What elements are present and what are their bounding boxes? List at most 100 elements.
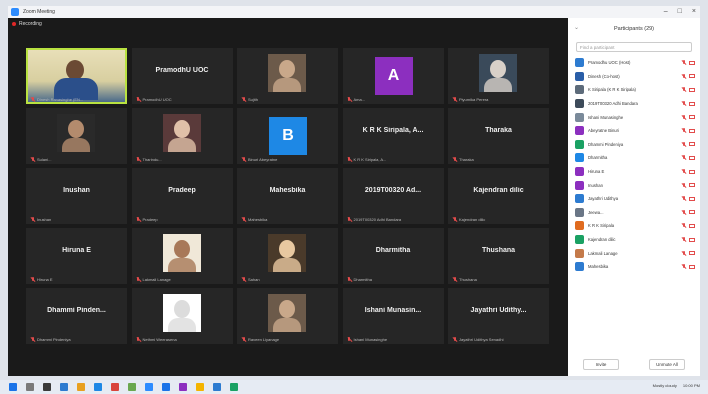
participant-display-name: Ishani Munasin... (364, 307, 422, 314)
tile-label-text: Piyumika Perera (459, 97, 489, 102)
tile-name-label: Mahesbika (241, 217, 267, 222)
participant-row[interactable]: Pramodhu UOC (Host) (568, 56, 700, 70)
participant-avatar (575, 71, 584, 81)
participant-name: Inushan (588, 182, 603, 188)
video-tile[interactable]: B Binuri Abeyratne (237, 108, 338, 164)
video-tile[interactable]: Pradeep Pradeep (131, 168, 233, 224)
video-tile[interactable]: Tharindu... (131, 108, 233, 164)
maximize-button[interactable]: □ (678, 8, 682, 16)
tile-label-text: Jayathri Udithya Senadhi (459, 337, 504, 342)
participant-avatar (575, 153, 584, 163)
video-tile[interactable]: Thushana Thushana (448, 228, 549, 284)
invite-button[interactable]: Invite (583, 359, 619, 370)
video-tile[interactable]: A Ama... (342, 48, 444, 104)
tile-label-text: PramodhU UOC (142, 97, 172, 102)
participant-row[interactable]: Hiruna E (568, 165, 700, 179)
taskbar-app-icon[interactable] (145, 383, 153, 391)
windows-start-icon[interactable] (9, 383, 17, 391)
video-tile[interactable]: Mahesbika Mahesbika (237, 168, 338, 224)
tile-label-text: Kajendran dilic (459, 217, 486, 222)
participant-name: Ishani Munasinghe (588, 114, 624, 120)
participant-display-name: Tharaka (485, 127, 512, 134)
muted-mic-icon (30, 157, 35, 162)
participant-row[interactable]: Jayathri Udithya (568, 192, 700, 206)
video-tile[interactable]: Hiruna E Hiruna E (26, 228, 127, 284)
taskbar-app-icon[interactable] (26, 383, 34, 391)
video-tile[interactable]: Dharmitha Dharmitha (342, 228, 444, 284)
video-tile[interactable]: Lakmali Lanage (131, 228, 233, 284)
video-off-icon (689, 155, 695, 160)
video-tile[interactable]: Ishani Munasin... Ishani Munasinghe (342, 288, 444, 344)
video-tile[interactable]: Sahan (237, 228, 338, 284)
video-tile[interactable]: Kajendran dilic Kajendran dilic (448, 168, 549, 224)
taskbar-app-icon[interactable] (230, 383, 238, 391)
taskbar-app-icon[interactable] (179, 383, 187, 391)
participant-name: Lakmali Lanage (588, 250, 618, 256)
participant-row[interactable]: Jeewa... (568, 206, 700, 220)
participant-avatar (575, 167, 584, 177)
video-off-icon (689, 237, 695, 242)
participant-row[interactable]: Kajendran dilic (568, 233, 700, 247)
video-tile[interactable]: Dhammi Pinden... Dhammi Pindeniya (26, 288, 127, 344)
participant-status-icons (681, 196, 695, 201)
video-tile[interactable]: Piyumika Perera (448, 48, 549, 104)
participant-row[interactable]: K Siripala (K R K Siripala) (568, 83, 700, 97)
muted-mic-icon (347, 337, 352, 342)
tile-label-text: Ama... (353, 97, 366, 102)
video-tile[interactable]: Inushan Inushan (26, 168, 127, 224)
minimize-button[interactable]: – (664, 8, 668, 16)
video-tile[interactable]: Nethmi Weerasena (131, 288, 233, 344)
unmute-all-button[interactable]: Unmute All (649, 359, 685, 370)
participant-row[interactable]: Abeyratne Binuri (568, 124, 700, 138)
person-body (167, 318, 196, 332)
video-tile[interactable]: K R K Siripala, A... K R K Siripala, A... (342, 108, 444, 164)
muted-mic-icon (241, 157, 246, 162)
participant-row[interactable]: Lakmali Lanage (568, 246, 700, 260)
participant-row[interactable]: Dinesh (Co-host) (568, 70, 700, 84)
participant-row[interactable]: 2019T00320 Adhi Bandara (568, 97, 700, 111)
taskbar-app-icon[interactable] (111, 383, 119, 391)
participant-avatar (575, 126, 584, 136)
taskbar-app-icon[interactable] (60, 383, 68, 391)
tile-name-label: 2019T00320 Adhi Bandara (347, 217, 401, 222)
video-tile[interactable]: Sulani... (26, 108, 127, 164)
muted-mic-icon (452, 277, 457, 282)
taskbar-app-icon[interactable] (213, 383, 221, 391)
participant-row[interactable]: K R K Siripala (568, 219, 700, 233)
participant-photo (57, 114, 95, 152)
participant-avatar (575, 262, 584, 272)
close-button[interactable]: × (692, 8, 696, 16)
muted-mic-icon (136, 277, 141, 282)
participant-row[interactable]: Inushan (568, 178, 700, 192)
taskbar-app-icon[interactable] (196, 383, 204, 391)
taskbar-app-icon[interactable] (77, 383, 85, 391)
video-tile[interactable]: Dinesh Ranasinghe (EN... (26, 48, 127, 104)
video-tile[interactable]: Jayathri Udithy... Jayathri Udithya Senad… (448, 288, 549, 344)
video-tile[interactable]: 2019T00320 Ad... 2019T00320 Adhi Bandara (342, 168, 444, 224)
taskbar-app-icon[interactable] (128, 383, 136, 391)
video-tile[interactable]: Raveen Liyanage (237, 288, 338, 344)
participant-row[interactable]: Dhammi Pindeniya (568, 138, 700, 152)
muted-mic-icon (136, 217, 141, 222)
participant-display-name: Dharmitha (375, 247, 411, 254)
person-body (167, 258, 196, 272)
participant-row[interactable]: Dharmitha (568, 151, 700, 165)
participant-row[interactable]: Ishani Munasinghe (568, 110, 700, 124)
muted-mic-icon (241, 337, 246, 342)
video-tile[interactable]: Sujith (237, 48, 338, 104)
participant-display-name: Hiruna E (62, 247, 91, 254)
taskbar-app-icon[interactable] (162, 383, 170, 391)
participant-search-input[interactable]: Find a participant (576, 42, 692, 52)
video-tile[interactable]: PramodhU UOC PramodhU UOC (131, 48, 233, 104)
muted-mic-icon (681, 196, 686, 201)
chevron-down-icon[interactable]: ⌄ (574, 24, 579, 31)
person-body (273, 318, 301, 332)
participant-row[interactable]: Mahesbika (568, 260, 700, 274)
taskbar-app-icon[interactable] (43, 383, 51, 391)
tile-name-label: Pradeep (136, 217, 158, 222)
muted-mic-icon (681, 169, 686, 174)
muted-mic-icon (30, 337, 35, 342)
taskbar-app-icon[interactable] (94, 383, 102, 391)
tile-label-text: Tharindu... (142, 157, 162, 162)
video-tile[interactable]: Tharaka Tharaka (448, 108, 549, 164)
